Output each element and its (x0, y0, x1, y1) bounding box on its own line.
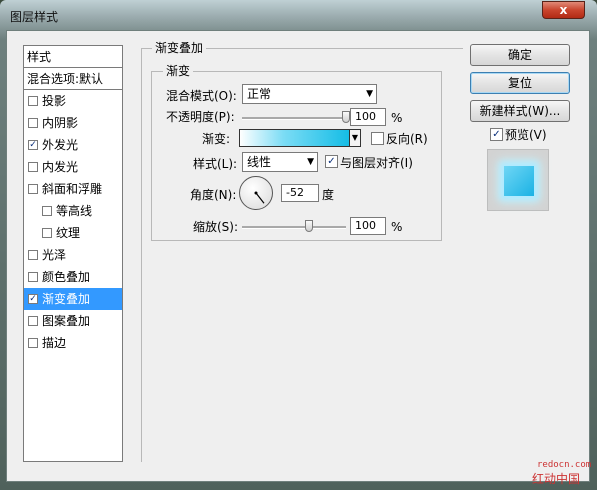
style-item[interactable]: 投影 (24, 90, 122, 112)
style-item-label: 外发光 (42, 138, 79, 152)
reverse-label: 反向(R) (386, 132, 428, 146)
style-item[interactable]: 纹理 (24, 222, 122, 244)
gradient-preview-swatch[interactable] (239, 129, 350, 147)
style-item-label: 内阴影 (42, 116, 79, 130)
title-bar[interactable]: 图层样式 x (0, 0, 597, 30)
opacity-slider-handle[interactable] (342, 111, 350, 123)
style-item-checkbox[interactable] (28, 250, 38, 260)
style-item-label: 光泽 (42, 248, 67, 262)
style-item-checkbox[interactable] (42, 206, 52, 216)
blend-mode-select[interactable]: 正常 ▼ (242, 84, 377, 104)
style-item[interactable]: 描边 (24, 332, 122, 354)
style-item-label: 内发光 (42, 160, 79, 174)
style-item[interactable]: 等高线 (24, 200, 122, 222)
watermark-url: redocn.com (537, 460, 592, 470)
style-item[interactable]: 内发光 (24, 156, 122, 178)
angle-dial-needle (254, 191, 265, 204)
style-preview-thumbnail (487, 149, 549, 211)
scale-input[interactable]: 100 (350, 217, 386, 235)
style-item-checkbox[interactable] (42, 228, 52, 238)
style-item-checkbox[interactable] (28, 96, 38, 106)
angle-dial[interactable] (239, 176, 273, 210)
style-item[interactable]: 斜面和浮雕 (24, 178, 122, 200)
style-item-checkbox[interactable] (28, 184, 38, 194)
style-item[interactable]: 光泽 (24, 244, 122, 266)
style-list-header[interactable]: 样式 (24, 46, 122, 68)
style-item[interactable]: ✓ 渐变叠加 (24, 288, 122, 310)
style-item[interactable]: 颜色叠加 (24, 266, 122, 288)
style-item-label: 投影 (42, 94, 67, 108)
opacity-slider-track[interactable] (242, 117, 346, 120)
style-item-label: 描边 (42, 336, 67, 350)
style-item-checkbox[interactable] (28, 316, 38, 326)
style-item-checkbox[interactable]: ✓ (28, 294, 38, 304)
style-item[interactable]: 内阴影 (24, 112, 122, 134)
gradient-label: 渐变: (202, 132, 231, 146)
reverse-checkbox[interactable] (371, 132, 384, 145)
layer-style-dialog: 图层样式 x 样式 混合选项:默认 投影内阴影 ✓ 外发光内发光斜面和浮雕等高线纹理… (0, 0, 597, 490)
group-title: 渐变叠加 (152, 41, 207, 55)
preview-label: 预览(V) (505, 128, 547, 142)
gradient-style-select[interactable]: 线性 ▼ (242, 152, 318, 172)
align-with-layer-checkbox[interactable]: ✓ (325, 155, 338, 168)
scale-unit: % (391, 220, 403, 234)
opacity-label: 不透明度(P): (166, 110, 235, 124)
blend-mode-value: 正常 (247, 87, 272, 101)
style-item-label: 等高线 (56, 204, 93, 218)
angle-label: 角度(N): (190, 188, 237, 202)
style-item-checkbox[interactable] (28, 338, 38, 348)
style-item-checkbox[interactable] (28, 272, 38, 282)
gradient-style-value: 线性 (247, 155, 272, 169)
style-item-checkbox[interactable] (28, 162, 38, 172)
window-title: 图层样式 (10, 10, 59, 24)
align-with-layer-label: 与图层对齐(I) (340, 156, 413, 170)
ok-button[interactable]: 确定 (470, 44, 570, 66)
style-item-label: 图案叠加 (42, 314, 91, 328)
angle-input[interactable]: -52 (281, 184, 319, 202)
blend-mode-label: 混合模式(O): (166, 89, 237, 103)
preview-swatch (504, 166, 534, 196)
opacity-unit: % (391, 111, 403, 125)
style-item-label: 纹理 (56, 226, 81, 240)
scale-slider-track[interactable] (242, 226, 346, 229)
gradient-picker-dropdown[interactable]: ▼ (349, 129, 361, 147)
chevron-down-icon: ▼ (307, 157, 314, 167)
subgroup-title: 渐变 (163, 64, 194, 78)
new-style-button[interactable]: 新建样式(W)... (470, 100, 570, 122)
dialog-body: 样式 混合选项:默认 投影内阴影 ✓ 外发光内发光斜面和浮雕等高线纹理光泽颜色叠加 ✓… (6, 30, 590, 482)
style-label: 样式(L): (193, 157, 238, 171)
scale-slider-handle[interactable] (304, 220, 313, 232)
style-item-checkbox[interactable]: ✓ (28, 140, 38, 150)
preview-checkbox[interactable]: ✓ (490, 128, 503, 141)
blending-options-item[interactable]: 混合选项:默认 (24, 68, 122, 90)
style-item[interactable]: 图案叠加 (24, 310, 122, 332)
style-item-checkbox[interactable] (28, 118, 38, 128)
reset-button[interactable]: 复位 (470, 72, 570, 94)
angle-unit: 度 (322, 188, 335, 202)
close-button[interactable]: x (542, 1, 585, 19)
watermark-logo-text: 红动中国 (532, 472, 581, 486)
style-item-label: 斜面和浮雕 (42, 182, 103, 196)
style-item[interactable]: ✓ 外发光 (24, 134, 122, 156)
style-item-label: 颜色叠加 (42, 270, 91, 284)
chevron-down-icon: ▼ (366, 89, 373, 99)
style-list: 样式 混合选项:默认 投影内阴影 ✓ 外发光内发光斜面和浮雕等高线纹理光泽颜色叠加 ✓… (23, 45, 123, 462)
scale-label: 缩放(S): (193, 220, 239, 234)
opacity-input[interactable]: 100 (350, 108, 386, 126)
style-item-label: 渐变叠加 (42, 292, 91, 306)
